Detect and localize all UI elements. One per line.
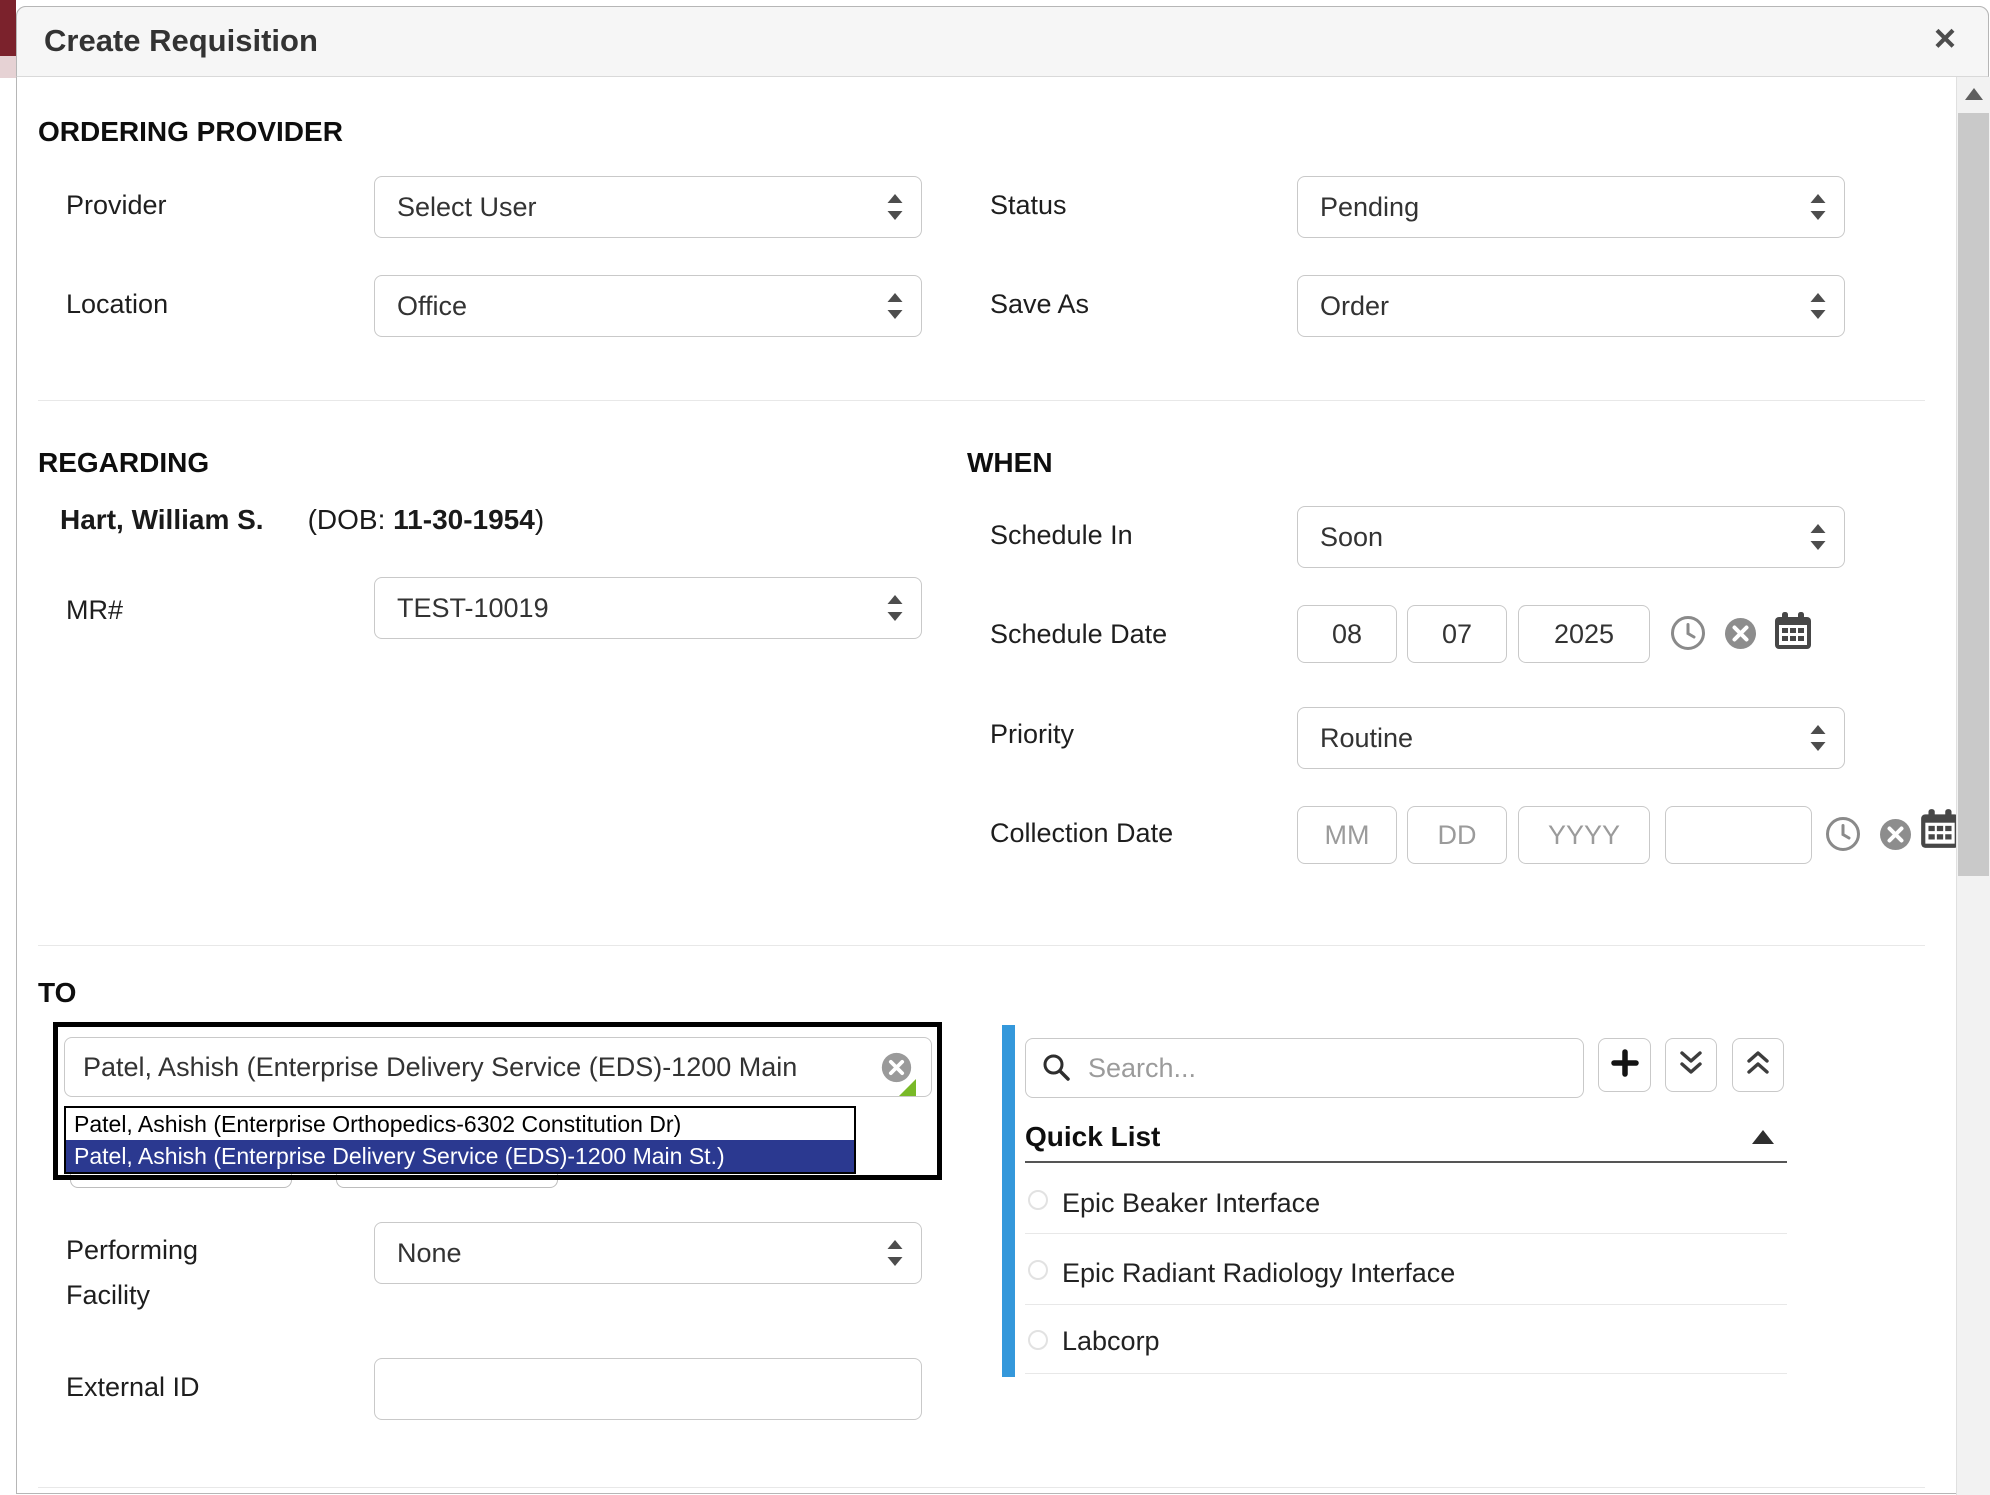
scroll-up-icon: [1965, 88, 1983, 100]
mr-label: MR#: [66, 595, 123, 626]
save-as-select-value: Order: [1320, 291, 1389, 322]
priority-select[interactable]: Routine: [1297, 707, 1845, 769]
provider-select-value: Select User: [397, 192, 537, 223]
collection-day-input[interactable]: [1407, 806, 1507, 864]
select-arrows-icon: [885, 290, 905, 322]
schedule-in-select-value: Soon: [1320, 522, 1383, 553]
list-divider: [1025, 1304, 1787, 1305]
patient-summary: Hart, William S. (DOB: 11-30-1954): [60, 504, 544, 536]
quick-list-radio[interactable]: [1028, 1330, 1048, 1350]
collection-time-input[interactable]: [1665, 806, 1812, 864]
section-heading-when: WHEN: [967, 447, 1053, 479]
scroll-up-button[interactable]: [1957, 77, 1990, 111]
section-heading-to: TO: [38, 977, 76, 1009]
close-icon[interactable]: ×: [1922, 16, 1968, 62]
mr-select-value: TEST-10019: [397, 593, 549, 624]
provider-select[interactable]: Select User: [374, 176, 922, 238]
chevron-double-up-icon: [1744, 1048, 1772, 1083]
quick-list-item[interactable]: Labcorp: [1062, 1326, 1160, 1357]
status-select-value: Pending: [1320, 192, 1419, 223]
clock-icon[interactable]: [1668, 613, 1708, 653]
modal-title: Create Requisition: [44, 23, 318, 59]
external-id-input[interactable]: [374, 1358, 922, 1420]
priority-label: Priority: [990, 719, 1074, 750]
performing-facility-select-value: None: [397, 1238, 462, 1269]
section-divider: [38, 400, 1925, 401]
collection-year-input[interactable]: [1518, 806, 1650, 864]
performing-facility-select[interactable]: None: [374, 1222, 922, 1284]
schedule-in-select[interactable]: Soon: [1297, 506, 1845, 568]
location-select[interactable]: Office: [374, 275, 922, 337]
add-recipient-button[interactable]: [1598, 1038, 1651, 1092]
quick-list-radio[interactable]: [1028, 1260, 1048, 1280]
save-as-select[interactable]: Order: [1297, 275, 1845, 337]
section-heading-regarding: REGARDING: [38, 447, 209, 479]
background-app-remnant-light: [0, 56, 16, 78]
patient-name: Hart, William S.: [60, 504, 264, 535]
select-arrows-icon: [1808, 290, 1828, 322]
schedule-date-label: Schedule Date: [990, 619, 1167, 650]
select-arrows-icon: [885, 191, 905, 223]
dob-close: ): [535, 504, 544, 535]
collapse-icon[interactable]: [1752, 1130, 1774, 1144]
calendar-icon[interactable]: [1772, 610, 1814, 652]
create-requisition-dialog: Create Requisition × ORDERING PROVIDER P…: [0, 0, 1990, 1495]
provider-label: Provider: [66, 190, 167, 221]
quick-list-item[interactable]: Epic Beaker Interface: [1062, 1188, 1320, 1219]
list-divider: [1025, 1233, 1787, 1234]
bottom-divider: [38, 1487, 1925, 1488]
background-app-remnant: [0, 0, 16, 56]
schedule-day-input[interactable]: [1407, 605, 1507, 663]
expand-all-button[interactable]: [1665, 1038, 1717, 1092]
schedule-in-label: Schedule In: [990, 520, 1133, 551]
clear-icon[interactable]: [1877, 816, 1914, 853]
list-divider: [1025, 1373, 1787, 1374]
status-select[interactable]: Pending: [1297, 176, 1845, 238]
status-label: Status: [990, 190, 1067, 221]
panel-accent-bar: [1002, 1025, 1015, 1377]
collection-date-label: Collection Date: [990, 818, 1173, 849]
quick-list-underline: [1025, 1161, 1787, 1163]
recipient-suggestion[interactable]: Patel, Ashish (Enterprise Orthopedics-63…: [66, 1108, 854, 1140]
section-heading-ordering-provider: ORDERING PROVIDER: [38, 116, 343, 148]
collapse-all-button[interactable]: [1732, 1038, 1784, 1092]
recipient-search-input[interactable]: [64, 1037, 932, 1097]
select-arrows-icon: [1808, 521, 1828, 553]
schedule-month-input[interactable]: [1297, 605, 1397, 663]
dob-value: 11-30-1954: [393, 504, 535, 535]
collection-month-input[interactable]: [1297, 806, 1397, 864]
dob-label: (DOB:: [308, 504, 394, 535]
add-icon: [1611, 1049, 1639, 1082]
clock-icon[interactable]: [1823, 814, 1863, 854]
select-arrows-icon: [1808, 722, 1828, 754]
recipient-suggestion-list: Patel, Ashish (Enterprise Orthopedics-63…: [64, 1106, 856, 1174]
performing-facility-label: Performing Facility: [66, 1228, 266, 1318]
search-icon: [1041, 1052, 1071, 1082]
chevron-double-down-icon: [1677, 1048, 1705, 1083]
location-label: Location: [66, 289, 168, 320]
select-arrows-icon: [885, 1237, 905, 1269]
scrollbar[interactable]: [1956, 77, 1990, 1495]
select-arrows-icon: [885, 592, 905, 624]
select-arrows-icon: [1808, 191, 1828, 223]
resize-corner-icon: [899, 1079, 916, 1096]
save-as-label: Save As: [990, 289, 1089, 320]
section-divider: [38, 945, 1925, 946]
priority-select-value: Routine: [1320, 723, 1413, 754]
quick-list-heading: Quick List: [1025, 1121, 1160, 1153]
directory-search-input[interactable]: [1025, 1038, 1584, 1098]
mr-select[interactable]: TEST-10019: [374, 577, 922, 639]
recipient-suggestion-selected[interactable]: Patel, Ashish (Enterprise Delivery Servi…: [66, 1140, 854, 1172]
quick-list-item[interactable]: Epic Radiant Radiology Interface: [1062, 1258, 1455, 1289]
location-select-value: Office: [397, 291, 467, 322]
scrollbar-thumb[interactable]: [1958, 113, 1989, 876]
clear-icon[interactable]: [1722, 615, 1759, 652]
quick-list-radio[interactable]: [1028, 1190, 1048, 1210]
external-id-label: External ID: [66, 1372, 200, 1403]
schedule-year-input[interactable]: [1518, 605, 1650, 663]
